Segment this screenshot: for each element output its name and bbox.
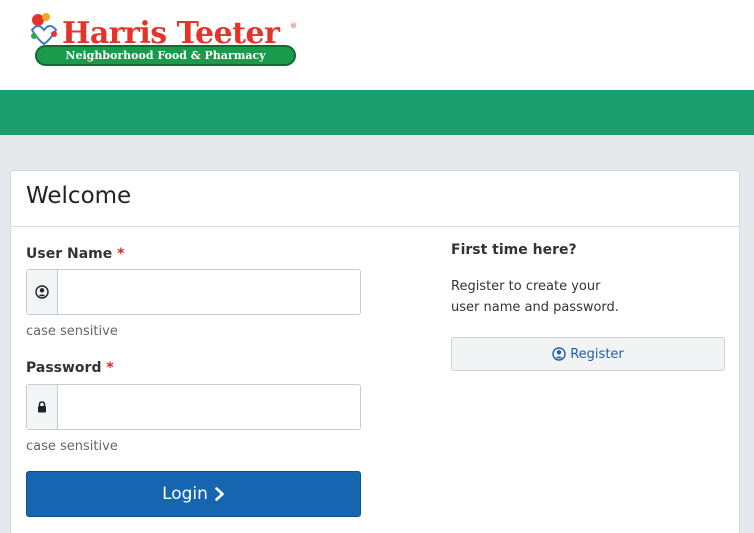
password-label-text: Password	[26, 360, 102, 376]
register-description-line-2: user name and password.	[451, 300, 619, 315]
username-hint: case sensitive	[26, 324, 118, 339]
chevron-right-icon	[215, 487, 224, 501]
username-addon	[27, 270, 58, 314]
username-input[interactable]	[58, 270, 360, 314]
register-button-label: Register	[570, 346, 624, 362]
username-label-text: User Name	[26, 246, 113, 262]
login-button-label: Login	[162, 484, 208, 504]
register-description: Register to create your user name and pa…	[451, 276, 691, 318]
harris-teeter-logo[interactable]: Harris Teeter ® Neighborhood Food & Phar…	[24, 8, 300, 68]
user-circle-icon	[35, 285, 49, 299]
panel-header: Welcome	[11, 171, 739, 227]
lock-icon	[38, 401, 46, 413]
site-header: Harris Teeter ® Neighborhood Food & Phar…	[0, 0, 754, 90]
page-title: Welcome	[26, 183, 132, 209]
username-label: User Name *	[26, 246, 124, 262]
password-hint: case sensitive	[26, 439, 118, 454]
logo-tagline: Neighborhood Food & Pharmacy	[35, 45, 296, 66]
logo-mark-icon	[30, 13, 58, 46]
user-circle-icon	[552, 347, 566, 361]
password-input-group	[26, 384, 361, 430]
register-button[interactable]: Register	[451, 337, 725, 371]
register-description-line-1: Register to create your	[451, 279, 601, 294]
password-input[interactable]	[58, 385, 360, 429]
first-time-heading: First time here?	[451, 242, 577, 258]
password-addon	[27, 385, 58, 429]
login-button[interactable]: Login	[26, 471, 361, 517]
nav-bar	[0, 90, 754, 135]
password-required-marker: *	[106, 360, 114, 376]
logo-registered-mark: ®	[290, 22, 297, 30]
password-label: Password *	[26, 360, 114, 376]
username-input-group	[26, 269, 361, 315]
username-required-marker: *	[117, 246, 125, 262]
login-panel: Welcome User Name * case sensitive Passw…	[10, 170, 740, 533]
